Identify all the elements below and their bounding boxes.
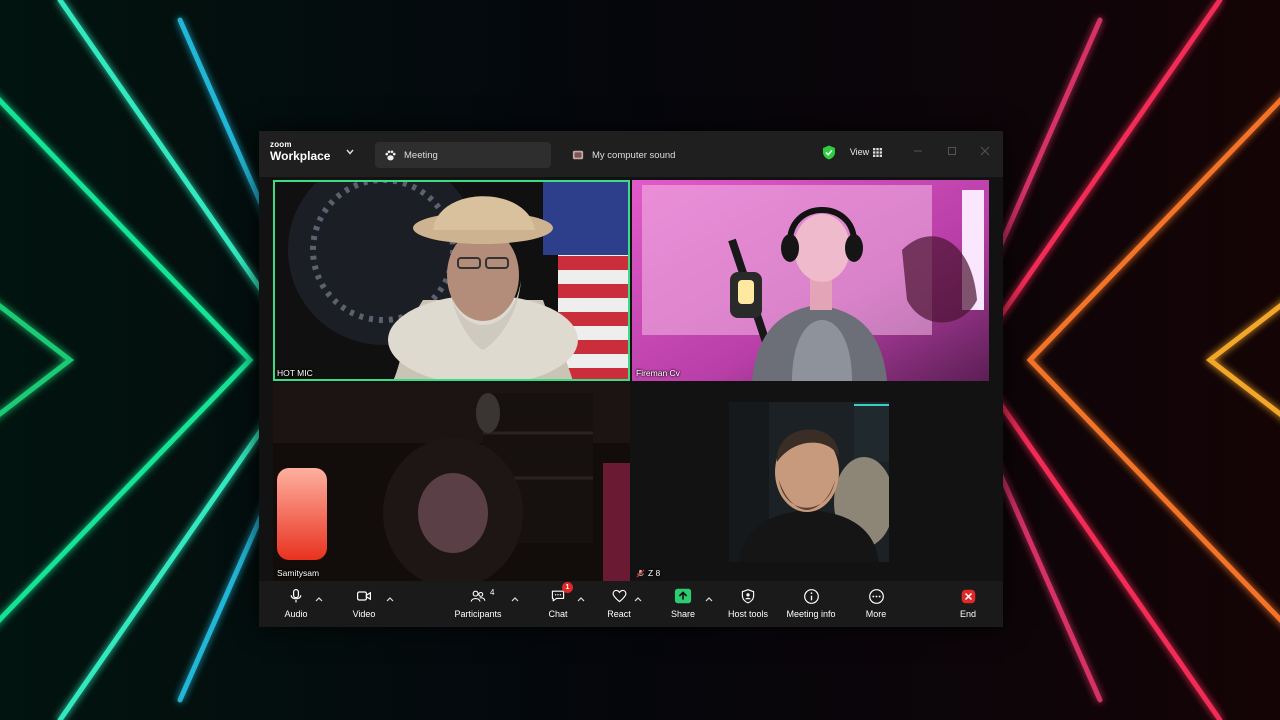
info-icon xyxy=(801,586,821,606)
meeting-info-label: Meeting info xyxy=(786,609,836,619)
chat-button[interactable]: 1 Chat xyxy=(548,582,573,624)
brand-big-text: Workplace xyxy=(270,149,331,163)
minimize-icon[interactable] xyxy=(911,144,925,158)
meeting-info-button[interactable]: Meeting info xyxy=(785,586,837,624)
heart-icon xyxy=(609,586,629,606)
participant-video-2 xyxy=(632,180,989,381)
more-dots-icon xyxy=(866,586,886,606)
tab-meeting-label: Meeting xyxy=(404,149,438,161)
end-meeting-button[interactable]: End xyxy=(956,586,980,624)
participant-name-text: Samitysam xyxy=(277,568,320,578)
participant-name: Z 8 xyxy=(636,568,660,578)
video-label: Video xyxy=(352,609,376,619)
tab-computer-sound[interactable]: My computer sound xyxy=(563,142,733,168)
video-tile-z8[interactable]: Z 8 xyxy=(632,383,989,581)
participant-name: HOT MIC xyxy=(277,368,313,378)
close-icon[interactable] xyxy=(978,144,992,158)
view-button[interactable]: View xyxy=(843,142,889,162)
view-label: View xyxy=(849,147,870,157)
participant-name-text: Fireman Cv xyxy=(636,368,680,378)
brand-small-text: zoom xyxy=(270,140,292,149)
video-options-chevron-icon[interactable] xyxy=(386,596,394,602)
react-options-chevron-icon[interactable] xyxy=(634,596,642,602)
host-tools-label: Host tools xyxy=(727,609,769,619)
participants-label: Participants xyxy=(454,609,502,619)
end-label: End xyxy=(959,609,976,619)
share-screen-icon xyxy=(673,586,693,606)
participants-icon xyxy=(468,586,488,606)
mic-muted-icon xyxy=(636,568,645,578)
share-options-chevron-icon[interactable] xyxy=(705,596,713,602)
chat-unread-badge: 1 xyxy=(562,582,573,593)
participants-count: 4 xyxy=(490,588,495,597)
maximize-icon[interactable] xyxy=(945,144,959,158)
chat-icon: 1 xyxy=(548,582,573,606)
chevron-down-icon[interactable] xyxy=(345,147,355,157)
more-label: More xyxy=(865,609,887,619)
participant-name: Fireman Cv xyxy=(636,368,680,378)
participants-options-chevron-icon[interactable] xyxy=(511,596,519,602)
chat-options-chevron-icon[interactable] xyxy=(577,596,585,602)
meeting-toolbar: Audio Video Participants 4 1 Chat React … xyxy=(259,581,1003,627)
participant-video-3 xyxy=(273,383,630,581)
more-button[interactable]: More xyxy=(863,586,889,624)
paw-icon xyxy=(383,148,397,162)
chat-label: Chat xyxy=(548,609,568,619)
host-shield-icon xyxy=(738,586,758,606)
title-bar: zoom Workplace Meeting My computer sound… xyxy=(259,131,1003,177)
end-call-icon xyxy=(958,586,978,606)
participant-video-1 xyxy=(273,180,630,381)
tab-computer-sound-label: My computer sound xyxy=(592,149,676,161)
video-grid: HOT MIC Fireman Cv Samitysam Z 8 xyxy=(259,177,1003,581)
audio-label: Audio xyxy=(284,609,308,619)
microphone-icon xyxy=(286,586,306,606)
host-tools-button[interactable]: Host tools xyxy=(727,586,769,624)
video-tile-samitysam[interactable]: Samitysam xyxy=(273,383,630,581)
zoom-workplace-logo[interactable]: zoom Workplace xyxy=(270,140,331,163)
audio-options-chevron-icon[interactable] xyxy=(315,596,323,602)
react-label: React xyxy=(607,609,631,619)
participant-name: Samitysam xyxy=(277,568,319,578)
participants-button[interactable]: Participants xyxy=(454,586,502,624)
video-tile-hot-mic[interactable]: HOT MIC xyxy=(273,180,630,381)
participant-name-text: Z 8 xyxy=(648,568,661,578)
participant-name-text: HOT MIC xyxy=(277,368,313,378)
video-tile-fireman-cv[interactable]: Fireman Cv xyxy=(632,180,989,381)
security-shield-icon[interactable] xyxy=(822,145,836,160)
audio-button[interactable]: Audio xyxy=(284,586,308,624)
video-button[interactable]: Video xyxy=(351,586,377,624)
tab-meeting[interactable]: Meeting xyxy=(375,142,551,168)
react-button[interactable]: React xyxy=(607,586,631,624)
share-button[interactable]: Share xyxy=(671,586,695,624)
zoom-window: zoom Workplace Meeting My computer sound… xyxy=(259,131,1003,627)
video-camera-icon xyxy=(354,586,374,606)
participant-video-4 xyxy=(729,402,889,562)
grid-view-icon xyxy=(873,147,883,157)
share-label: Share xyxy=(670,609,696,619)
speaker-icon xyxy=(571,148,585,162)
